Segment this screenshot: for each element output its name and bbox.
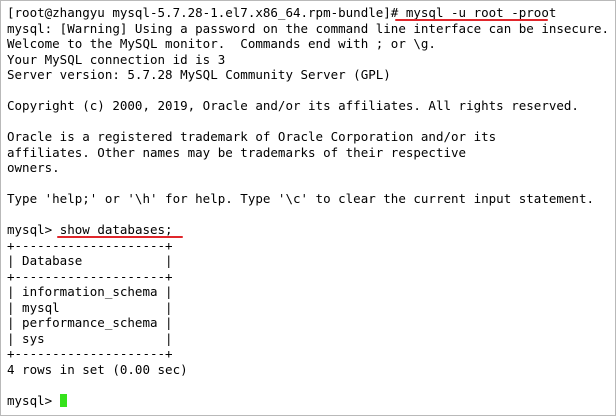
active-prompt-line[interactable]: mysql> [7,393,611,409]
cursor-block [59,393,67,407]
table-header: | Database | [7,253,173,268]
table-border: +--------------------+ [7,237,173,253]
mysql-prompt: mysql> [7,222,60,237]
table-row: | mysql | [7,299,173,315]
copyright-line: Copyright (c) 2000, 2019, Oracle and/or … [7,98,579,113]
result-summary: 4 rows in set (0.00 sec) [7,361,188,377]
table-row: | sys | [7,330,173,346]
welcome-line: Welcome to the MySQL monitor. Commands e… [7,36,436,51]
show-command-underline [57,236,183,238]
shell-command-line: [root@zhangyu mysql-5.7.28-1.el7.x86_64.… [7,5,611,21]
login-command: mysql -u root -proot [405,5,557,20]
mysql-command-line: mysql> show databases; [7,222,611,238]
table-border: +--------------------+ [7,346,173,361]
login-command-underline [395,19,548,21]
terminal-screen: [root@zhangyu mysql-5.7.28-1.el7.x86_64.… [7,5,611,408]
final-mysql-prompt: mysql> [7,392,60,408]
show-databases-command: show databases; [59,222,173,237]
shell-prompt: [root@zhangyu mysql-5.7.28-1.el7.x86_64.… [7,5,406,20]
connection-id-line: Your MySQL connection id is 3 [7,51,226,67]
trademark-line: owners. [7,160,60,175]
server-version-line: Server version: 5.7.28 MySQL Community S… [7,67,391,82]
table-row: | information_schema | [7,284,173,299]
table-border: +--------------------+ [7,268,173,284]
trademark-line: affiliates. Other names may be trademark… [7,144,467,160]
terminal-window[interactable]: [root@zhangyu mysql-5.7.28-1.el7.x86_64.… [0,0,616,416]
table-row: | performance_schema | [7,315,173,330]
help-line: Type 'help;' or '\h' for help. Type '\c'… [7,191,594,206]
trademark-line: Oracle is a registered trademark of Orac… [7,129,497,144]
warning-line: mysql: [Warning] Using a password on the… [7,20,610,36]
